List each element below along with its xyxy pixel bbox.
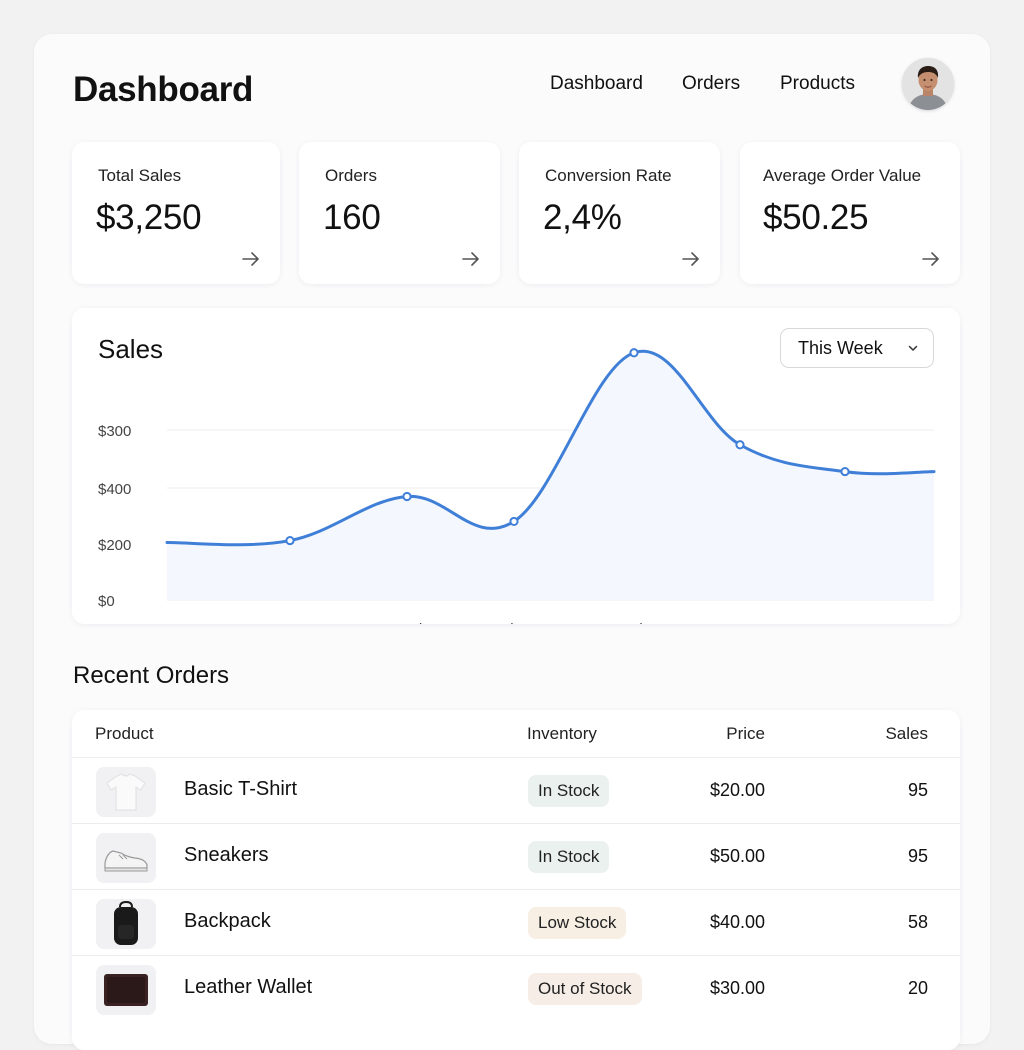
stat-card-orders: Orders 160 [299, 142, 500, 284]
table-row[interactable]: Basic T-Shirt In Stock $20.00 95 [72, 757, 960, 823]
data-point [509, 516, 519, 527]
column-header-price: Price [726, 724, 765, 743]
arrow-right-icon[interactable] [920, 248, 942, 270]
data-point [285, 535, 295, 546]
x-tick-label: Tue [277, 621, 302, 624]
nav-dashboard[interactable]: Dashboard [550, 73, 643, 95]
column-header-inventory: Inventory [527, 724, 597, 743]
nav-orders[interactable]: Orders [682, 73, 740, 95]
stat-value: $3,250 [96, 198, 202, 237]
wallet-icon [96, 965, 156, 1015]
backpack-icon [96, 899, 156, 949]
stat-label: Average Order Value [763, 166, 922, 185]
page-title: Dashboard [73, 70, 254, 109]
data-point [735, 440, 745, 450]
x-tick-label: Fri [625, 621, 643, 624]
product-price: $50.00 [709, 846, 765, 866]
stat-label: Total Sales [98, 166, 182, 185]
y-tick-label: $300 [98, 423, 131, 440]
x-tick-label: Wed [392, 621, 423, 624]
user-avatar[interactable] [902, 58, 954, 110]
x-tick-label: Mon [162, 621, 191, 624]
table-row[interactable]: Leather Wallet Out of Stock $30.00 20 [72, 955, 960, 1021]
product-name: Sneakers [184, 844, 269, 866]
data-point [629, 348, 639, 358]
stat-card-conversion-rate: Conversion Rate 2,4% [519, 142, 720, 284]
stat-label: Orders [325, 166, 377, 185]
status-badge: Out of Stock [528, 973, 642, 1005]
table-row[interactable]: Sneakers In Stock $50.00 95 [72, 823, 960, 889]
y-tick-label: $400 [98, 481, 131, 498]
nav-products[interactable]: Products [780, 73, 855, 95]
header: Dashboard Dashboard Orders Products [34, 34, 990, 144]
stat-card-average-order-value: Average Order Value $50.25 [740, 142, 960, 284]
product-price: $20.00 [709, 780, 765, 800]
table-row[interactable]: Backpack Low Stock $40.00 58 [72, 889, 960, 955]
sneaker-icon [96, 833, 156, 883]
data-point [402, 491, 412, 502]
status-badge: In Stock [528, 841, 610, 873]
tshirt-icon [96, 767, 156, 817]
recent-orders-title: Recent Orders [73, 662, 230, 689]
status-badge: Low Stock [528, 907, 627, 939]
arrow-right-icon[interactable] [460, 248, 482, 270]
product-sales: 58 [907, 912, 928, 932]
stat-value: $50.25 [763, 198, 869, 237]
column-header-product: Product [95, 724, 154, 743]
status-badge: In Stock [528, 775, 610, 807]
recent-orders-table: Product Inventory Price Sales Basic T-Sh… [72, 710, 960, 1050]
product-name: Basic T-Shirt [184, 778, 297, 800]
product-sales: 95 [907, 846, 928, 866]
y-tick-label: $0 [98, 593, 115, 610]
arrow-right-icon[interactable] [240, 248, 262, 270]
stat-value: 2,4% [543, 198, 622, 237]
product-price: $30.00 [709, 978, 765, 998]
dashboard-app: Dashboard Dashboard Orders Products Tota… [34, 34, 990, 1050]
x-tick-label: Sun [832, 621, 859, 624]
product-name: Leather Wallet [184, 976, 313, 998]
stat-label: Conversion Rate [545, 166, 672, 185]
x-tick-label: Sat [729, 621, 752, 624]
y-tick-label: $200 [98, 537, 131, 554]
stat-value: 160 [323, 198, 381, 237]
stat-card-total-sales: Total Sales $3,250 [72, 142, 280, 284]
column-header-sales: Sales [885, 724, 928, 743]
product-name: Backpack [184, 910, 271, 932]
product-sales: 20 [907, 978, 928, 998]
x-tick-label: Thu [501, 621, 527, 624]
product-price: $40.00 [709, 912, 765, 932]
data-point [840, 466, 850, 477]
user-avatar-icon [902, 58, 954, 110]
arrow-right-icon[interactable] [680, 248, 702, 270]
product-sales: 95 [907, 780, 928, 800]
sales-chart-card: Sales This Week $0$200$400$300MonTueWedT… [72, 308, 960, 624]
sales-line-chart: $0 $200 $400 $300 Mon Tue Wed Thu Fri Sat Sun [98, 348, 936, 624]
